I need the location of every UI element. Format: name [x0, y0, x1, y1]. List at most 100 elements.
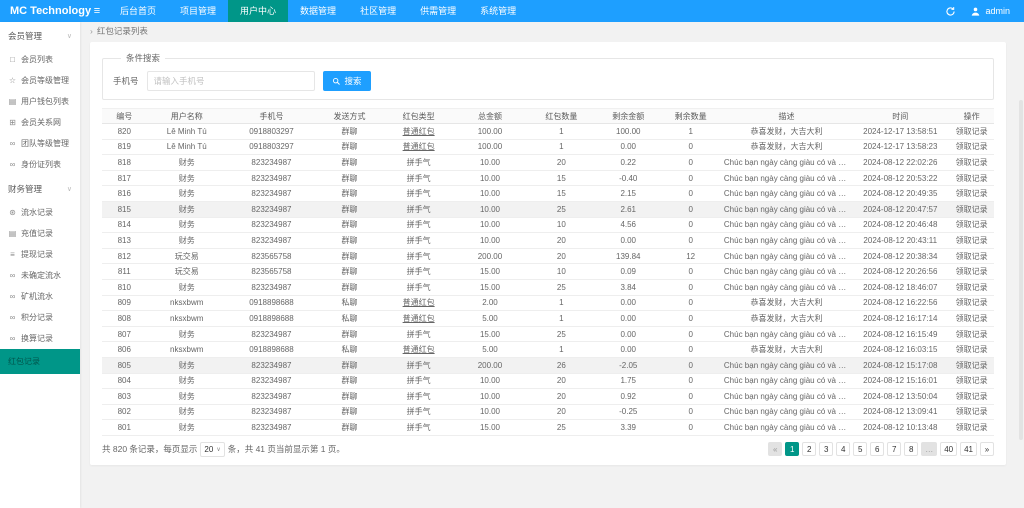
nav-item-system[interactable]: 系统管理 — [468, 0, 528, 22]
table-cell: 0 — [659, 326, 721, 342]
action-link[interactable]: 领取记录 — [956, 220, 988, 229]
nav-item-community[interactable]: 社区管理 — [348, 0, 408, 22]
refresh-icon[interactable] — [945, 6, 956, 17]
sidebar-item-redpacket-records[interactable]: 红包记录 — [0, 349, 80, 374]
sidebar-item-user-wallet-list[interactable]: ▤用户钱包列表 — [0, 91, 80, 112]
sidebar-item-withdraw-records[interactable]: ≡提现记录 — [0, 244, 80, 265]
nav-item-home[interactable]: 后台首页 — [108, 0, 168, 22]
sidebar-item-label: 矿机流水 — [21, 291, 53, 302]
table-row: 819Lê Minh Tú0918803297群聊普通红包100.0010.00… — [102, 139, 994, 155]
table-cell: 恭喜发财，大吉大利 — [722, 295, 851, 311]
action-link[interactable]: 领取记录 — [956, 189, 988, 198]
table-cell: 拼手气 — [383, 201, 454, 217]
page-button-41[interactable]: 41 — [960, 442, 977, 456]
table-cell: 807 — [102, 326, 147, 342]
nav-item-supply[interactable]: 供需管理 — [408, 0, 468, 22]
action-link[interactable]: 领取记录 — [956, 330, 988, 339]
action-link[interactable]: 领取记录 — [956, 361, 988, 370]
page-button-5[interactable]: 5 — [853, 442, 867, 456]
action-link[interactable]: 领取记录 — [956, 158, 988, 167]
action-link[interactable]: 领取记录 — [956, 267, 988, 276]
sidebar-item-member-level[interactable]: ☆会员等级管理 — [0, 70, 80, 91]
table-cell: 财务 — [147, 326, 227, 342]
action-link[interactable]: 领取记录 — [956, 407, 988, 416]
action-link[interactable]: 领取记录 — [956, 205, 988, 214]
sidebar-item-points-records[interactable]: ∞积分记录 — [0, 307, 80, 328]
table-cell: 2024-08-12 15:16:01 — [851, 373, 949, 389]
sidebar-item-flow-records[interactable]: ⊛流水记录 — [0, 202, 80, 223]
action-link[interactable]: 领取记录 — [956, 345, 988, 354]
table-cell: Chúc bạn ngày càng giàu có và ma — [722, 420, 851, 436]
sidebar-item-member-network[interactable]: ⊞会员关系网 — [0, 112, 80, 133]
action-link[interactable]: 领取记录 — [956, 174, 988, 183]
sidebar-item-id-card-list[interactable]: ∞身份证列表 — [0, 154, 80, 175]
table-cell: Chúc bạn ngày càng giàu có và ma — [722, 326, 851, 342]
sidebar-item-label: 未确定流水 — [21, 270, 61, 281]
table-cell: 拼手气 — [383, 233, 454, 249]
sidebar-item-miner-flow[interactable]: ∞矿机流水 — [0, 286, 80, 307]
page-button-2[interactable]: 2 — [802, 442, 816, 456]
table-cell: 群聊 — [316, 357, 383, 373]
nav-item-user-center[interactable]: 用户中心 — [228, 0, 288, 22]
table-cell: 拼手气 — [383, 389, 454, 405]
page-size-select[interactable]: 20 ∨ — [200, 442, 224, 457]
records-table: 编号用户名称手机号发送方式红包类型总金额红包数量剩余金额剩余数量描述时间操作 8… — [102, 108, 994, 436]
sidebar-item-label: 会员列表 — [21, 54, 53, 65]
action-link[interactable]: 领取记录 — [956, 392, 988, 401]
user-menu[interactable]: admin — [970, 6, 1010, 17]
page-button-40[interactable]: 40 — [940, 442, 957, 456]
redpacket-type: 拼手气 — [407, 330, 431, 339]
action-link[interactable]: 领取记录 — [956, 127, 988, 136]
table-cell: 领取记录 — [949, 389, 994, 405]
table-cell: 0 — [659, 295, 721, 311]
table-cell: 拼手气 — [383, 404, 454, 420]
sidebar-group-member-management[interactable]: 会员管理∨ — [0, 22, 80, 49]
nav-item-data[interactable]: 数据管理 — [288, 0, 348, 22]
table-cell: 领取记录 — [949, 233, 994, 249]
table-cell: 200.00 — [454, 357, 525, 373]
sidebar-item-label: 红包记录 — [8, 356, 40, 367]
page-button-3[interactable]: 3 — [819, 442, 833, 456]
prev-page-button[interactable]: « — [768, 442, 782, 456]
action-link[interactable]: 领取记录 — [956, 236, 988, 245]
sidebar-item-label: 用户钱包列表 — [21, 96, 69, 107]
action-link[interactable]: 领取记录 — [956, 423, 988, 432]
sidebar-item-recharge-records[interactable]: ▤充值记录 — [0, 223, 80, 244]
nav-item-project[interactable]: 项目管理 — [168, 0, 228, 22]
vertical-scrollbar[interactable] — [1019, 100, 1023, 440]
table-cell: 100.00 — [597, 124, 659, 140]
action-link[interactable]: 领取记录 — [956, 298, 988, 307]
table-cell: 0.22 — [597, 155, 659, 171]
action-link[interactable]: 领取记录 — [956, 314, 988, 323]
menu-toggle-icon[interactable]: ≡ — [86, 0, 108, 22]
page-button-4[interactable]: 4 — [836, 442, 850, 456]
table-cell: 2024-08-12 20:49:35 — [851, 186, 949, 202]
table-cell: 2024-08-12 15:17:08 — [851, 357, 949, 373]
table-cell: 805 — [102, 357, 147, 373]
sidebar-group-finance-management[interactable]: 财务管理∨ — [0, 175, 80, 202]
table-cell: 0 — [659, 264, 721, 280]
action-link[interactable]: 领取记录 — [956, 142, 988, 151]
sidebar-item-team-level[interactable]: ∞团队等级管理 — [0, 133, 80, 154]
table-cell: 1 — [526, 295, 597, 311]
action-link[interactable]: 领取记录 — [956, 252, 988, 261]
table-cell: 2024-08-12 13:09:41 — [851, 404, 949, 420]
next-page-button[interactable]: » — [980, 442, 994, 456]
action-link[interactable]: 领取记录 — [956, 376, 988, 385]
flow-icon: ⊛ — [8, 208, 17, 217]
sidebar-item-exchange-records[interactable]: ∞换算记录 — [0, 328, 80, 349]
page-button-8[interactable]: 8 — [904, 442, 918, 456]
table-cell: 823234987 — [227, 233, 316, 249]
page-button-7[interactable]: 7 — [887, 442, 901, 456]
chevron-down-icon: ∨ — [67, 185, 72, 193]
table-cell: 群聊 — [316, 233, 383, 249]
table-cell: 10 — [526, 217, 597, 233]
page-button-1[interactable]: 1 — [785, 442, 799, 456]
action-link[interactable]: 领取记录 — [956, 283, 988, 292]
sidebar-item-member-list[interactable]: □会员列表 — [0, 49, 80, 70]
phone-search-input[interactable] — [147, 71, 315, 91]
search-button[interactable]: 搜索 — [323, 71, 371, 91]
table-row: 813财务823234987群聊拼手气10.00200.000Chúc bạn … — [102, 233, 994, 249]
page-button-6[interactable]: 6 — [870, 442, 884, 456]
sidebar-item-unconfirmed-flow[interactable]: ∞未确定流水 — [0, 265, 80, 286]
